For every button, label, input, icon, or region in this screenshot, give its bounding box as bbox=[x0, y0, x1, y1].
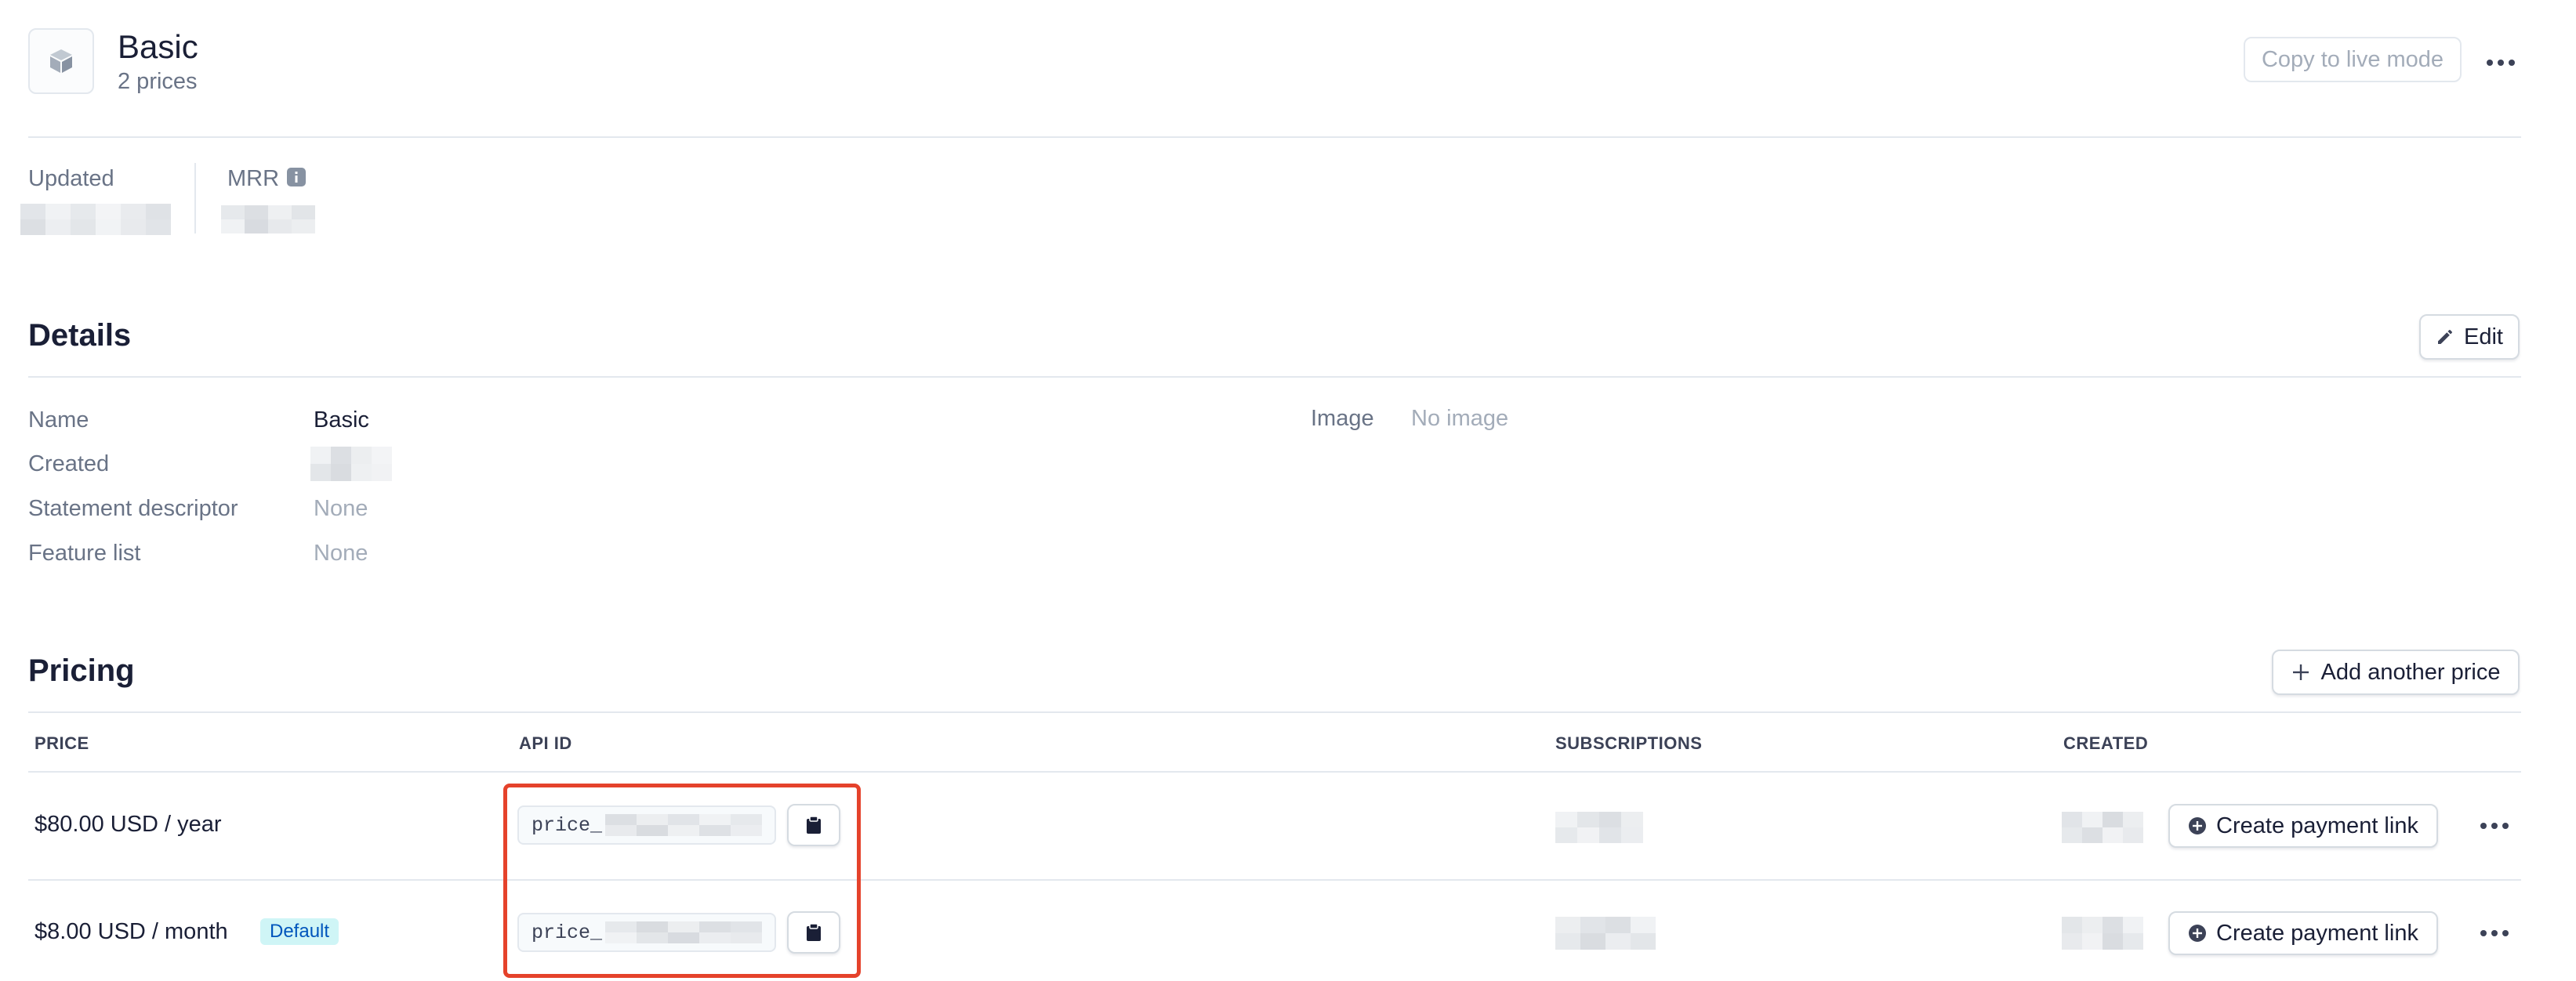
pricing-divider bbox=[28, 711, 2521, 713]
column-header-price: PRICE bbox=[34, 733, 89, 753]
updated-value-redacted bbox=[20, 204, 171, 235]
column-header-subscriptions: SUBSCRIPTIONS bbox=[1555, 733, 1703, 753]
price-count: 2 prices bbox=[118, 69, 198, 94]
stats-divider bbox=[194, 163, 196, 233]
mrr-label: MRR bbox=[227, 166, 280, 191]
copy-to-live-mode-label: Copy to live mode bbox=[2261, 46, 2444, 72]
plus-circle-icon bbox=[2189, 925, 2207, 942]
column-header-created: CREATED bbox=[2063, 733, 2149, 753]
updated-label: Updated bbox=[28, 166, 114, 191]
copy-to-live-mode-button[interactable]: Copy to live mode bbox=[2244, 37, 2462, 82]
create-payment-link-label: Create payment link bbox=[2216, 920, 2418, 946]
image-label: Image bbox=[1311, 406, 1374, 431]
more-horizontal-icon[interactable] bbox=[2487, 60, 2515, 66]
details-heading: Details bbox=[28, 318, 132, 353]
pencil-icon bbox=[2438, 330, 2452, 344]
created-redacted bbox=[2062, 812, 2143, 843]
created-label: Created bbox=[28, 451, 110, 476]
add-another-price-label: Add another price bbox=[2320, 659, 2501, 685]
column-header-api-id: API ID bbox=[519, 733, 572, 753]
statement-descriptor-label: Statement descriptor bbox=[28, 496, 238, 521]
create-payment-link-label: Create payment link bbox=[2216, 813, 2418, 838]
name-value: Basic bbox=[314, 407, 369, 433]
edit-button[interactable]: Edit bbox=[2419, 314, 2520, 360]
plus-icon bbox=[2292, 664, 2309, 680]
created-value-redacted bbox=[310, 447, 392, 481]
page-title: Basic bbox=[118, 28, 198, 65]
pricing-heading: Pricing bbox=[28, 653, 135, 688]
add-another-price-button[interactable]: Add another price bbox=[2272, 650, 2520, 695]
table-header-divider bbox=[28, 771, 2521, 773]
name-label: Name bbox=[28, 407, 89, 433]
image-value: No image bbox=[1411, 406, 1509, 431]
plus-circle-icon bbox=[2189, 817, 2207, 834]
mrr-value-redacted bbox=[221, 205, 315, 233]
statement-descriptor-value: None bbox=[314, 496, 368, 521]
subscriptions-redacted bbox=[1555, 812, 1643, 843]
product-thumbnail bbox=[28, 28, 94, 94]
info-icon[interactable] bbox=[287, 168, 306, 186]
feature-list-value: None bbox=[314, 541, 368, 566]
created-redacted bbox=[2062, 917, 2143, 950]
feature-list-label: Feature list bbox=[28, 541, 141, 566]
create-payment-link-button[interactable]: Create payment link bbox=[2168, 911, 2438, 955]
details-divider bbox=[28, 376, 2521, 378]
price-value: $8.00 USD / month bbox=[34, 919, 228, 944]
row-more-icon[interactable] bbox=[2480, 930, 2509, 936]
row-divider bbox=[28, 879, 2521, 881]
row-more-icon[interactable] bbox=[2480, 823, 2509, 829]
edit-label: Edit bbox=[2464, 324, 2503, 349]
create-payment-link-button[interactable]: Create payment link bbox=[2168, 804, 2438, 848]
subscriptions-redacted bbox=[1555, 917, 1656, 950]
default-badge: Default bbox=[260, 918, 339, 945]
api-id-highlight-box bbox=[503, 784, 861, 978]
header-divider bbox=[28, 136, 2521, 138]
product-box-icon bbox=[50, 49, 72, 73]
price-value: $80.00 USD / year bbox=[34, 812, 222, 837]
